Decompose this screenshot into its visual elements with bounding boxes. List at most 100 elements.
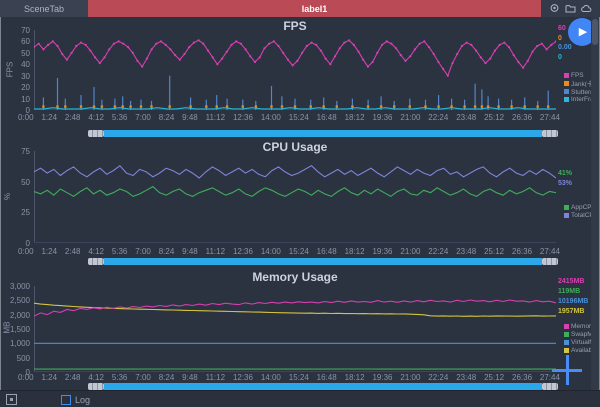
x-tick-label: 26:36 (512, 373, 532, 382)
x-tick-label: 14:00 (261, 113, 281, 122)
x-tick-label: 19:36 (372, 247, 392, 256)
legend-swatch (564, 89, 569, 94)
scrollbar-left-handle[interactable] (88, 258, 104, 265)
y-tick-label: 70 (0, 26, 30, 35)
y-tick-label: 1,000 (0, 339, 30, 348)
add-panel-button[interactable] (552, 355, 582, 385)
x-tick-label: 8:24 (159, 113, 175, 122)
y-tick-label: 40 (0, 60, 30, 69)
legend-swatch (564, 332, 569, 337)
x-tick-label: 2:48 (65, 113, 81, 122)
x-tick-label: 18:12 (345, 373, 365, 382)
app-window: SceneTab label1 FPS FPS 706050403020100 … (0, 0, 600, 407)
y-tick-label: 50 (0, 49, 30, 58)
time-range-scrollbar[interactable] (88, 383, 558, 390)
x-tick-label: 19:36 (372, 373, 392, 382)
x-tick-label: 23:48 (456, 373, 476, 382)
vertical-scrollbar-handle[interactable] (592, 19, 598, 45)
scrollbar-track[interactable] (104, 383, 542, 390)
log-checkbox-label[interactable]: Log (75, 395, 90, 405)
cpu-plot-area (34, 151, 556, 243)
x-tick-label: 11:12 (206, 247, 225, 256)
scrollbar-track[interactable] (104, 130, 542, 137)
x-tick-label: 12:36 (233, 113, 253, 122)
fps-chart: FPS FPS 706050403020100 6000.000 FPSJank… (0, 17, 600, 140)
y-tick-label: 60 (0, 37, 30, 46)
log-checkbox[interactable] (61, 395, 71, 405)
time-range-scrollbar[interactable] (88, 258, 558, 265)
x-tick-label: 22:24 (428, 113, 448, 122)
top-bar: SceneTab label1 (0, 0, 600, 17)
location-icon[interactable] (549, 3, 560, 14)
scrollbar-right-handle[interactable] (542, 130, 558, 137)
x-tick-label: 9:48 (182, 247, 198, 256)
legend-swatch (564, 213, 569, 218)
fps-plot-area (34, 30, 556, 110)
y-tick-label: 10 (0, 95, 30, 104)
x-tick-label: 26:36 (512, 113, 532, 122)
x-tick-label: 5:36 (112, 113, 128, 122)
legend-swatch (564, 81, 569, 86)
chart-title: Memory Usage (34, 270, 556, 284)
x-tick-label: 16:48 (317, 373, 337, 382)
folder-icon[interactable] (565, 3, 576, 14)
x-tick-label: 0:00 (18, 373, 34, 382)
y-axis-ticks: 3,0002,5002,0001,5001,0005000 (0, 268, 30, 390)
y-tick-label: 50 (0, 178, 30, 187)
x-tick-label: 9:48 (182, 373, 198, 382)
scrollbar-track[interactable] (104, 258, 542, 265)
x-tick-label: 19:36 (372, 113, 392, 122)
status-bar: Log (0, 390, 600, 407)
cloud-icon[interactable] (581, 3, 592, 14)
x-tick-label: 7:00 (135, 113, 151, 122)
x-tick-label: 14:00 (261, 373, 281, 382)
y-tick-label: 25 (0, 208, 30, 217)
x-tick-label: 15:24 (289, 373, 309, 382)
tab-scene[interactable]: SceneTab (0, 0, 88, 17)
x-tick-label: 22:24 (428, 373, 448, 382)
x-axis-ticks: 0:001:242:484:125:367:008:249:4811:1212:… (18, 113, 560, 122)
x-tick-label: 5:36 (112, 373, 128, 382)
y-tick-label: 1,500 (0, 325, 30, 334)
x-tick-label: 1:24 (41, 113, 57, 122)
x-tick-label: 0:00 (18, 113, 34, 122)
scene-title-banner[interactable]: label1 (88, 0, 541, 17)
x-tick-label: 27:44 (540, 113, 560, 122)
x-tick-label: 15:24 (289, 247, 309, 256)
x-axis-ticks: 0:001:242:484:125:367:008:249:4811:1212:… (18, 247, 560, 256)
memory-plot-area (34, 286, 556, 372)
x-tick-label: 16:48 (317, 113, 337, 122)
legend-swatch (564, 97, 569, 102)
scrollbar-left-handle[interactable] (88, 130, 104, 137)
x-tick-label: 4:12 (88, 113, 104, 122)
scrollbar-right-handle[interactable] (542, 258, 558, 265)
y-tick-label: 3,000 (0, 282, 30, 291)
x-tick-label: 25:12 (484, 373, 504, 382)
x-tick-label: 23:48 (456, 113, 476, 122)
cpu-chart: CPU Usage % 7550250 41%53% AppCPUTotalCP… (0, 140, 600, 268)
x-tick-label: 16:48 (317, 247, 337, 256)
y-tick-label: 30 (0, 72, 30, 81)
legend-label: FPS (571, 72, 584, 79)
x-tick-label: 21:00 (400, 113, 420, 122)
legend-swatch (564, 340, 569, 345)
x-tick-label: 14:00 (261, 247, 281, 256)
x-tick-label: 2:48 (65, 247, 81, 256)
vertical-scrollbar[interactable] (591, 17, 599, 390)
x-tick-label: 1:24 (41, 247, 57, 256)
legend-swatch (564, 324, 569, 329)
x-tick-label: 12:36 (233, 247, 253, 256)
x-tick-label: 21:00 (400, 247, 420, 256)
x-tick-label: 26:36 (512, 247, 532, 256)
x-tick-label: 4:12 (88, 373, 104, 382)
y-tick-label: 500 (0, 354, 30, 363)
memory-chart: Memory Usage MB 3,0002,5002,0001,5001,00… (0, 268, 600, 390)
x-tick-label: 12:36 (233, 373, 253, 382)
panel-toggle-icon[interactable] (6, 394, 17, 405)
time-range-scrollbar[interactable] (88, 130, 558, 137)
y-tick-label: 2,000 (0, 311, 30, 320)
x-tick-label: 25:12 (484, 113, 504, 122)
plus-icon (552, 355, 582, 385)
scrollbar-left-handle[interactable] (88, 383, 104, 390)
x-tick-label: 22:24 (428, 247, 448, 256)
